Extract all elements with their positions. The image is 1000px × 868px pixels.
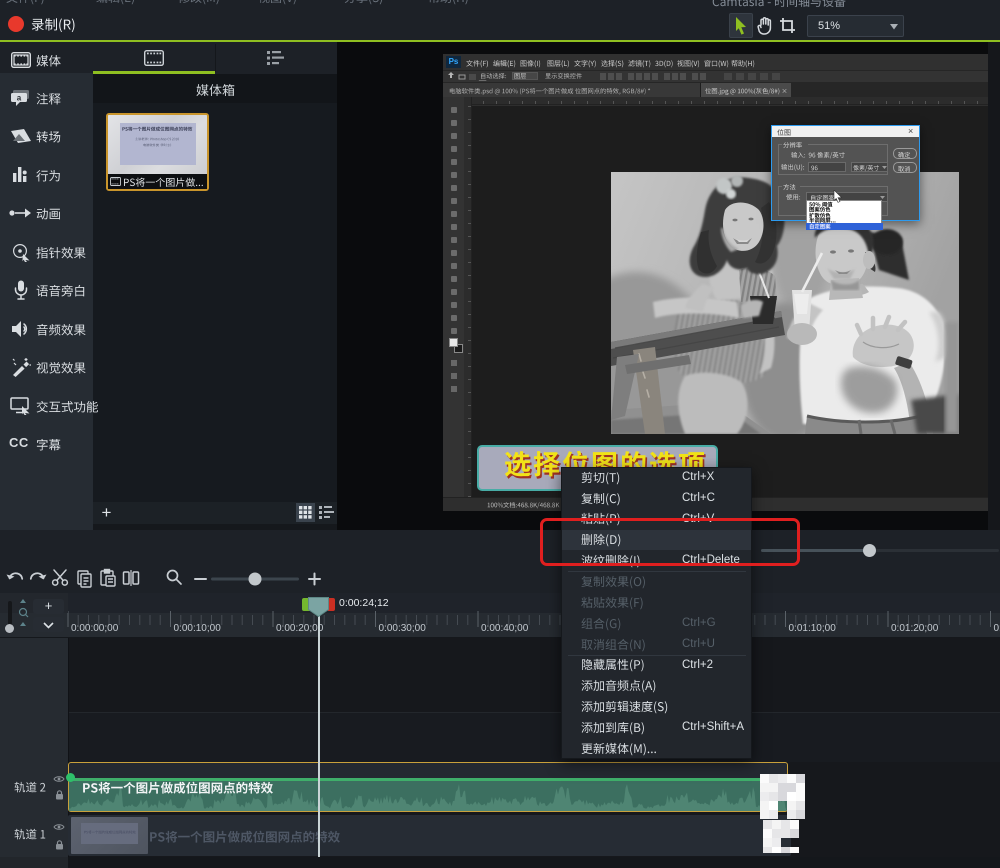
svg-text:a: a [17,93,22,102]
